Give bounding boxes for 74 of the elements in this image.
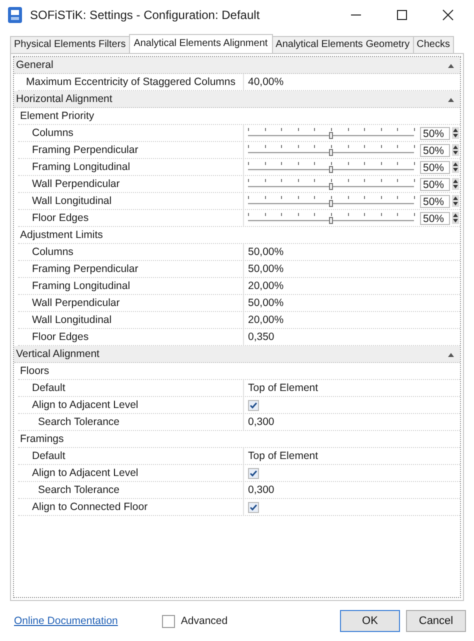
slider[interactable] xyxy=(248,160,414,174)
slider[interactable] xyxy=(248,177,414,191)
property-label: Wall Perpendicular xyxy=(32,297,120,309)
property-label: Align to Adjacent Level xyxy=(32,399,138,411)
slider[interactable] xyxy=(248,211,414,225)
spinner-icon[interactable] xyxy=(452,144,459,156)
property-label: Align to Adjacent Level xyxy=(32,467,138,479)
checkbox[interactable] xyxy=(248,468,259,478)
section-header[interactable]: Horizontal Alignment xyxy=(14,91,460,108)
property-label: Align to Connected Floor xyxy=(32,501,148,513)
category-label: Element Priority xyxy=(19,109,94,124)
spin-field[interactable]: 50% xyxy=(420,160,450,174)
slider[interactable] xyxy=(248,126,414,140)
property-value: 20,00% xyxy=(248,314,284,326)
property-label: Framing Perpendicular xyxy=(32,263,138,275)
slider[interactable] xyxy=(248,194,414,208)
property-label: Default xyxy=(32,450,66,462)
spin-field[interactable]: 50% xyxy=(420,144,450,156)
category-label: Adjustment Limits xyxy=(19,228,103,243)
collapse-icon xyxy=(448,352,454,356)
tab[interactable]: Checks xyxy=(412,36,454,53)
property-label: Floor Edges xyxy=(32,212,89,224)
property-value: 50,00% xyxy=(248,297,284,309)
dialog-button[interactable]: Cancel xyxy=(406,610,466,632)
dialog-button[interactable]: OK xyxy=(340,610,400,632)
collapse-icon xyxy=(448,96,454,102)
property-label: Columns xyxy=(32,127,74,139)
app-icon xyxy=(8,7,22,23)
slider[interactable] xyxy=(248,143,414,157)
spin-field[interactable]: 50% xyxy=(420,212,450,224)
property-label: Default xyxy=(32,382,66,394)
property-value: 0,300 xyxy=(248,416,274,428)
checkbox-label: Advanced xyxy=(180,615,228,627)
tab[interactable]: Physical Elements Filters xyxy=(10,36,130,53)
documentation-link[interactable]: Online Documentation xyxy=(14,615,118,627)
category-label: Framings xyxy=(19,432,64,447)
spin-field[interactable]: 50% xyxy=(420,126,450,140)
property-value: 50,00% xyxy=(248,246,284,258)
checkbox[interactable] xyxy=(162,614,175,628)
property-label: Columns xyxy=(32,246,74,258)
tab[interactable]: Analytical Elements Geometry xyxy=(272,36,414,53)
category-label: Floors xyxy=(19,364,50,379)
section-header[interactable]: General xyxy=(14,57,460,74)
checkbox[interactable] xyxy=(248,502,259,512)
maximize-icon[interactable] xyxy=(396,9,408,21)
spinner-icon[interactable] xyxy=(452,178,459,190)
spin-field[interactable]: 50% xyxy=(420,194,450,208)
property-value: Top of Element xyxy=(248,382,318,394)
collapse-icon xyxy=(448,62,454,68)
spinner-icon[interactable] xyxy=(452,212,459,224)
checkbox[interactable] xyxy=(248,400,259,410)
property-value: 0,350 xyxy=(248,331,274,343)
property-value: 20,00% xyxy=(248,280,284,292)
property-label: Framing Perpendicular xyxy=(32,144,138,156)
property-label: Wall Perpendicular xyxy=(32,178,120,190)
property-label: Wall Longitudinal xyxy=(32,195,112,207)
property-label: Framing Longitudinal xyxy=(32,280,130,292)
property-label: Framing Longitudinal xyxy=(32,161,130,173)
property-label: Search Tolerance xyxy=(38,416,120,428)
spin-field[interactable]: 50% xyxy=(420,178,450,190)
property-value: Top of Element xyxy=(248,450,318,462)
window-title: SOFiSTiK: Settings - Configuration: Default xyxy=(30,8,261,22)
property-value: 50,00% xyxy=(248,263,284,275)
close-icon[interactable] xyxy=(442,9,454,21)
property-label: Floor Edges xyxy=(32,331,89,343)
property-value: 0,300 xyxy=(248,484,274,496)
property-label: Search Tolerance xyxy=(38,484,120,496)
spinner-icon[interactable] xyxy=(452,195,459,207)
property-label: Maximum Eccentricity of Staggered Columns xyxy=(26,76,236,88)
section-header[interactable]: Vertical Alignment xyxy=(14,346,460,363)
spinner-icon[interactable] xyxy=(452,127,459,139)
spinner-icon[interactable] xyxy=(452,161,459,173)
property-label: Wall Longitudinal xyxy=(32,314,112,326)
property-value: 40,00% xyxy=(248,76,284,88)
